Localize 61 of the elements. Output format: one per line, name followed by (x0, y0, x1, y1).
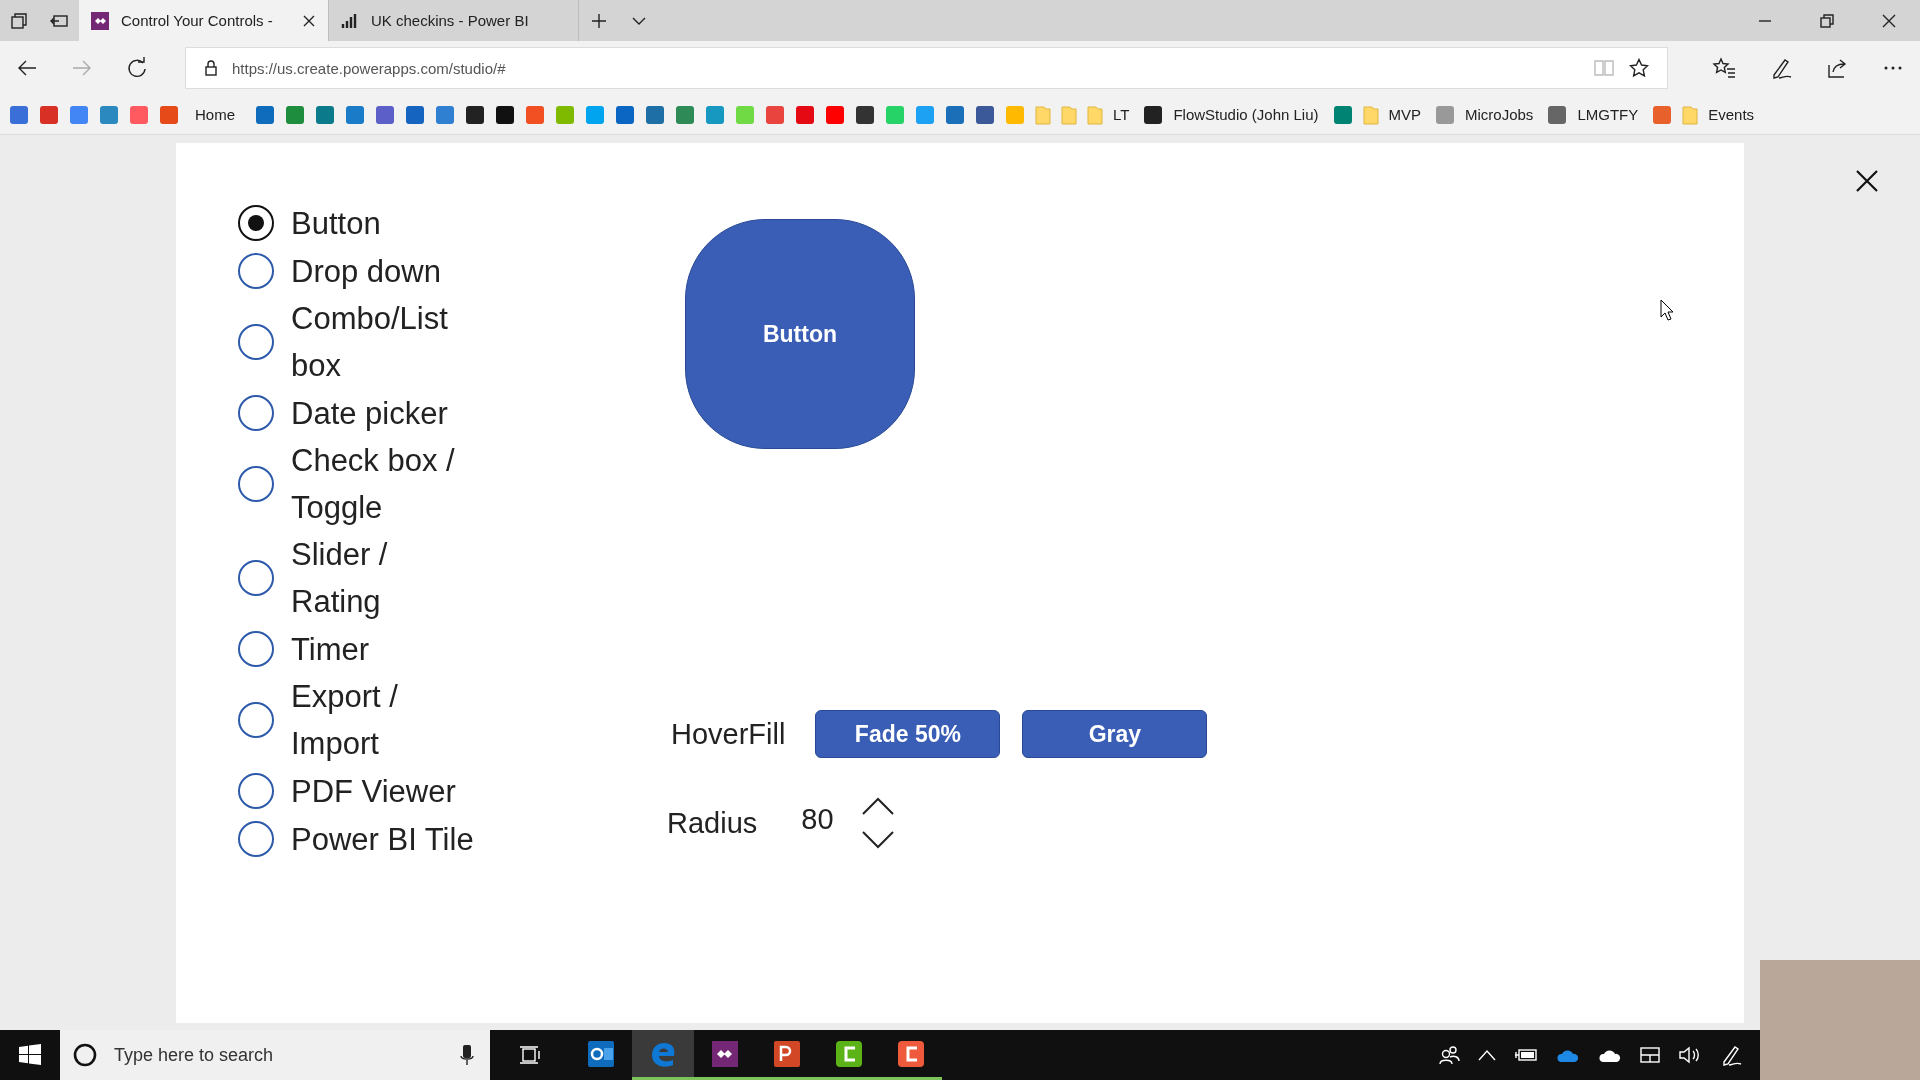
site-icon[interactable] (855, 104, 875, 125)
people-icon[interactable] (1438, 1044, 1460, 1066)
address-bar[interactable]: https://us.create.powerapps.com/studio/# (185, 47, 1668, 89)
tablet-icon[interactable] (1640, 1046, 1660, 1064)
task-view-icon[interactable] (518, 1044, 542, 1066)
taskbar-search-box[interactable]: Type here to search (60, 1030, 490, 1080)
bookmark-link[interactable]: Events (1682, 104, 1755, 125)
fill-option-button[interactable]: Gray (1022, 710, 1208, 758)
star-icon[interactable] (1629, 58, 1649, 78)
microphone-icon[interactable] (460, 1044, 474, 1066)
speaker-icon[interactable] (1678, 1046, 1702, 1064)
radio-option[interactable]: Export / Import (238, 673, 498, 767)
bar-chart-icon (341, 11, 359, 30)
fill-option-button[interactable]: Fade 50% (815, 710, 1001, 758)
bookmark-link[interactable]: Home (189, 106, 241, 123)
bookmark-link[interactable]: MVP (1362, 104, 1421, 125)
radius-value: 80 (801, 802, 834, 836)
pen-icon[interactable] (1720, 1044, 1742, 1066)
browser-tab[interactable]: Control Your Controls - (79, 0, 329, 41)
close-icon[interactable] (1855, 169, 1879, 193)
app-logo-icon (91, 11, 109, 30)
radio-option[interactable]: Date picker (238, 389, 498, 437)
folder-icon (1362, 104, 1379, 125)
cortana-icon (72, 1042, 98, 1068)
radio-option[interactable]: Timer (238, 625, 498, 673)
preview-button[interactable]: Button (685, 219, 915, 449)
folder-icon (1682, 104, 1699, 125)
hover-fill-label: HoverFill (671, 717, 786, 751)
close-icon[interactable] (302, 13, 316, 28)
search-field[interactable]: Type here to search (112, 1043, 446, 1067)
favorites-icon[interactable] (1712, 57, 1736, 79)
lock-icon (204, 60, 218, 76)
site-icon[interactable] (495, 104, 515, 125)
chevron-down-icon[interactable] (860, 830, 895, 850)
refresh-icon[interactable] (126, 57, 148, 79)
chevron-up-icon[interactable] (860, 796, 895, 816)
bookmark-link[interactable]: FlowStudio (John Liu) (1143, 104, 1319, 125)
bookmark-link[interactable]: Home (195, 106, 235, 123)
radio-option[interactable]: Check box / Toggle (238, 437, 498, 531)
cloud-icon[interactable] (1598, 1047, 1622, 1063)
tab-list-icon[interactable] (9, 10, 29, 31)
share-icon[interactable] (1826, 57, 1848, 79)
windows-logo-icon[interactable] (18, 1043, 42, 1067)
restore-icon[interactable] (1820, 13, 1834, 28)
bookmark-link[interactable]: LMGTFY (1547, 104, 1639, 125)
folder-icon (1087, 104, 1103, 125)
radio-option[interactable]: Power BI Tile (238, 815, 498, 863)
site-icon[interactable] (975, 104, 995, 125)
battery-icon[interactable] (1514, 1048, 1538, 1062)
bookmark-link[interactable]: LT (1087, 104, 1130, 125)
radio-option[interactable]: Button (238, 199, 498, 247)
bookmark-link[interactable]: MicroJobs (1435, 104, 1534, 125)
pen-icon[interactable] (1770, 57, 1792, 79)
mouse-pointer-icon (1660, 299, 1674, 321)
site-icon[interactable] (465, 104, 485, 125)
close-icon[interactable] (1882, 13, 1896, 28)
radio-option[interactable]: PDF Viewer (238, 767, 498, 815)
radio-option[interactable]: Slider / Rating (238, 531, 498, 625)
radio-option[interactable]: Drop down (238, 247, 498, 295)
radio-option[interactable]: Combo/List box (238, 295, 498, 389)
radius-label: Radius (667, 806, 758, 840)
